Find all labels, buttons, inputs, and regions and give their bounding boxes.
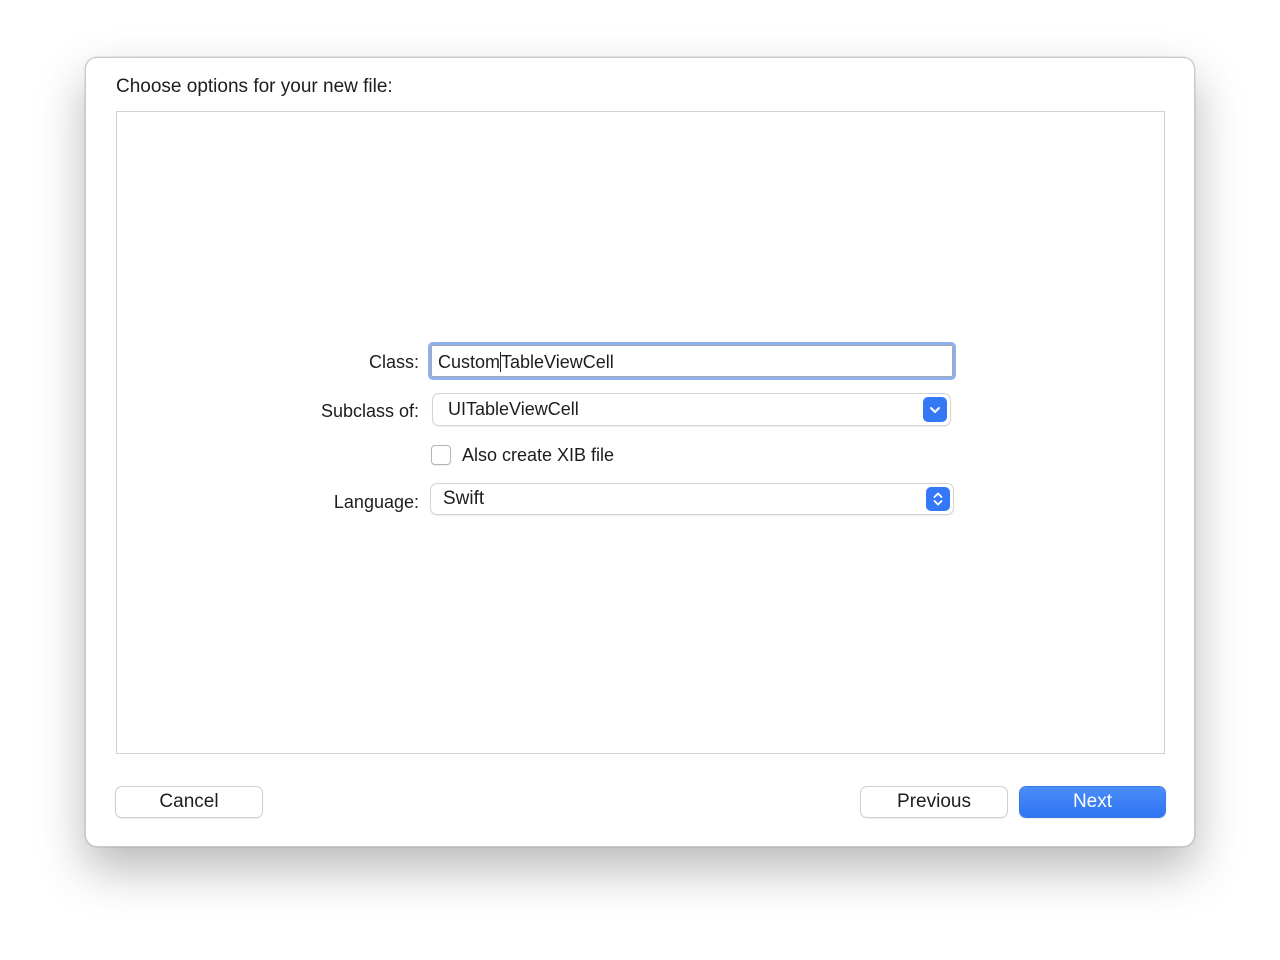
subclass-value: UITableViewCell	[448, 399, 579, 419]
new-file-options-dialog: Choose options for your new file: Class:…	[85, 57, 1195, 847]
chevron-down-icon	[923, 397, 947, 422]
dialog-title: Choose options for your new file:	[116, 76, 393, 97]
also-create-xib-checkbox[interactable]	[431, 445, 451, 465]
class-text-before-cursor: Custom	[438, 352, 501, 372]
cancel-button[interactable]: Cancel	[116, 787, 262, 817]
language-label: Language:	[333, 492, 419, 512]
up-down-chevron-icon	[926, 487, 950, 511]
class-label: Class:	[368, 352, 419, 372]
options-panel: Class: CustomTableViewCell Subclass of: …	[116, 111, 1165, 754]
xib-checkbox-row: Also create XIB file	[117, 439, 1164, 473]
also-create-xib-label[interactable]: Also create XIB file	[462, 445, 614, 466]
next-button[interactable]: Next	[1020, 787, 1165, 817]
class-name-input[interactable]: CustomTableViewCell	[428, 342, 956, 380]
language-popup[interactable]: Swift	[431, 484, 953, 514]
class-text-after-cursor: TableViewCell	[501, 352, 614, 372]
language-row: Language: Swift	[117, 484, 1164, 518]
language-value: Swift	[443, 488, 485, 509]
class-row: Class: CustomTableViewCell	[117, 342, 1164, 380]
subclass-label: Subclass of:	[320, 401, 419, 421]
class-name-value: CustomTableViewCell	[438, 352, 614, 373]
subclass-popup[interactable]: UITableViewCell	[433, 394, 950, 425]
subclass-row: Subclass of: UITableViewCell	[117, 394, 1164, 428]
previous-button[interactable]: Previous	[861, 787, 1007, 817]
